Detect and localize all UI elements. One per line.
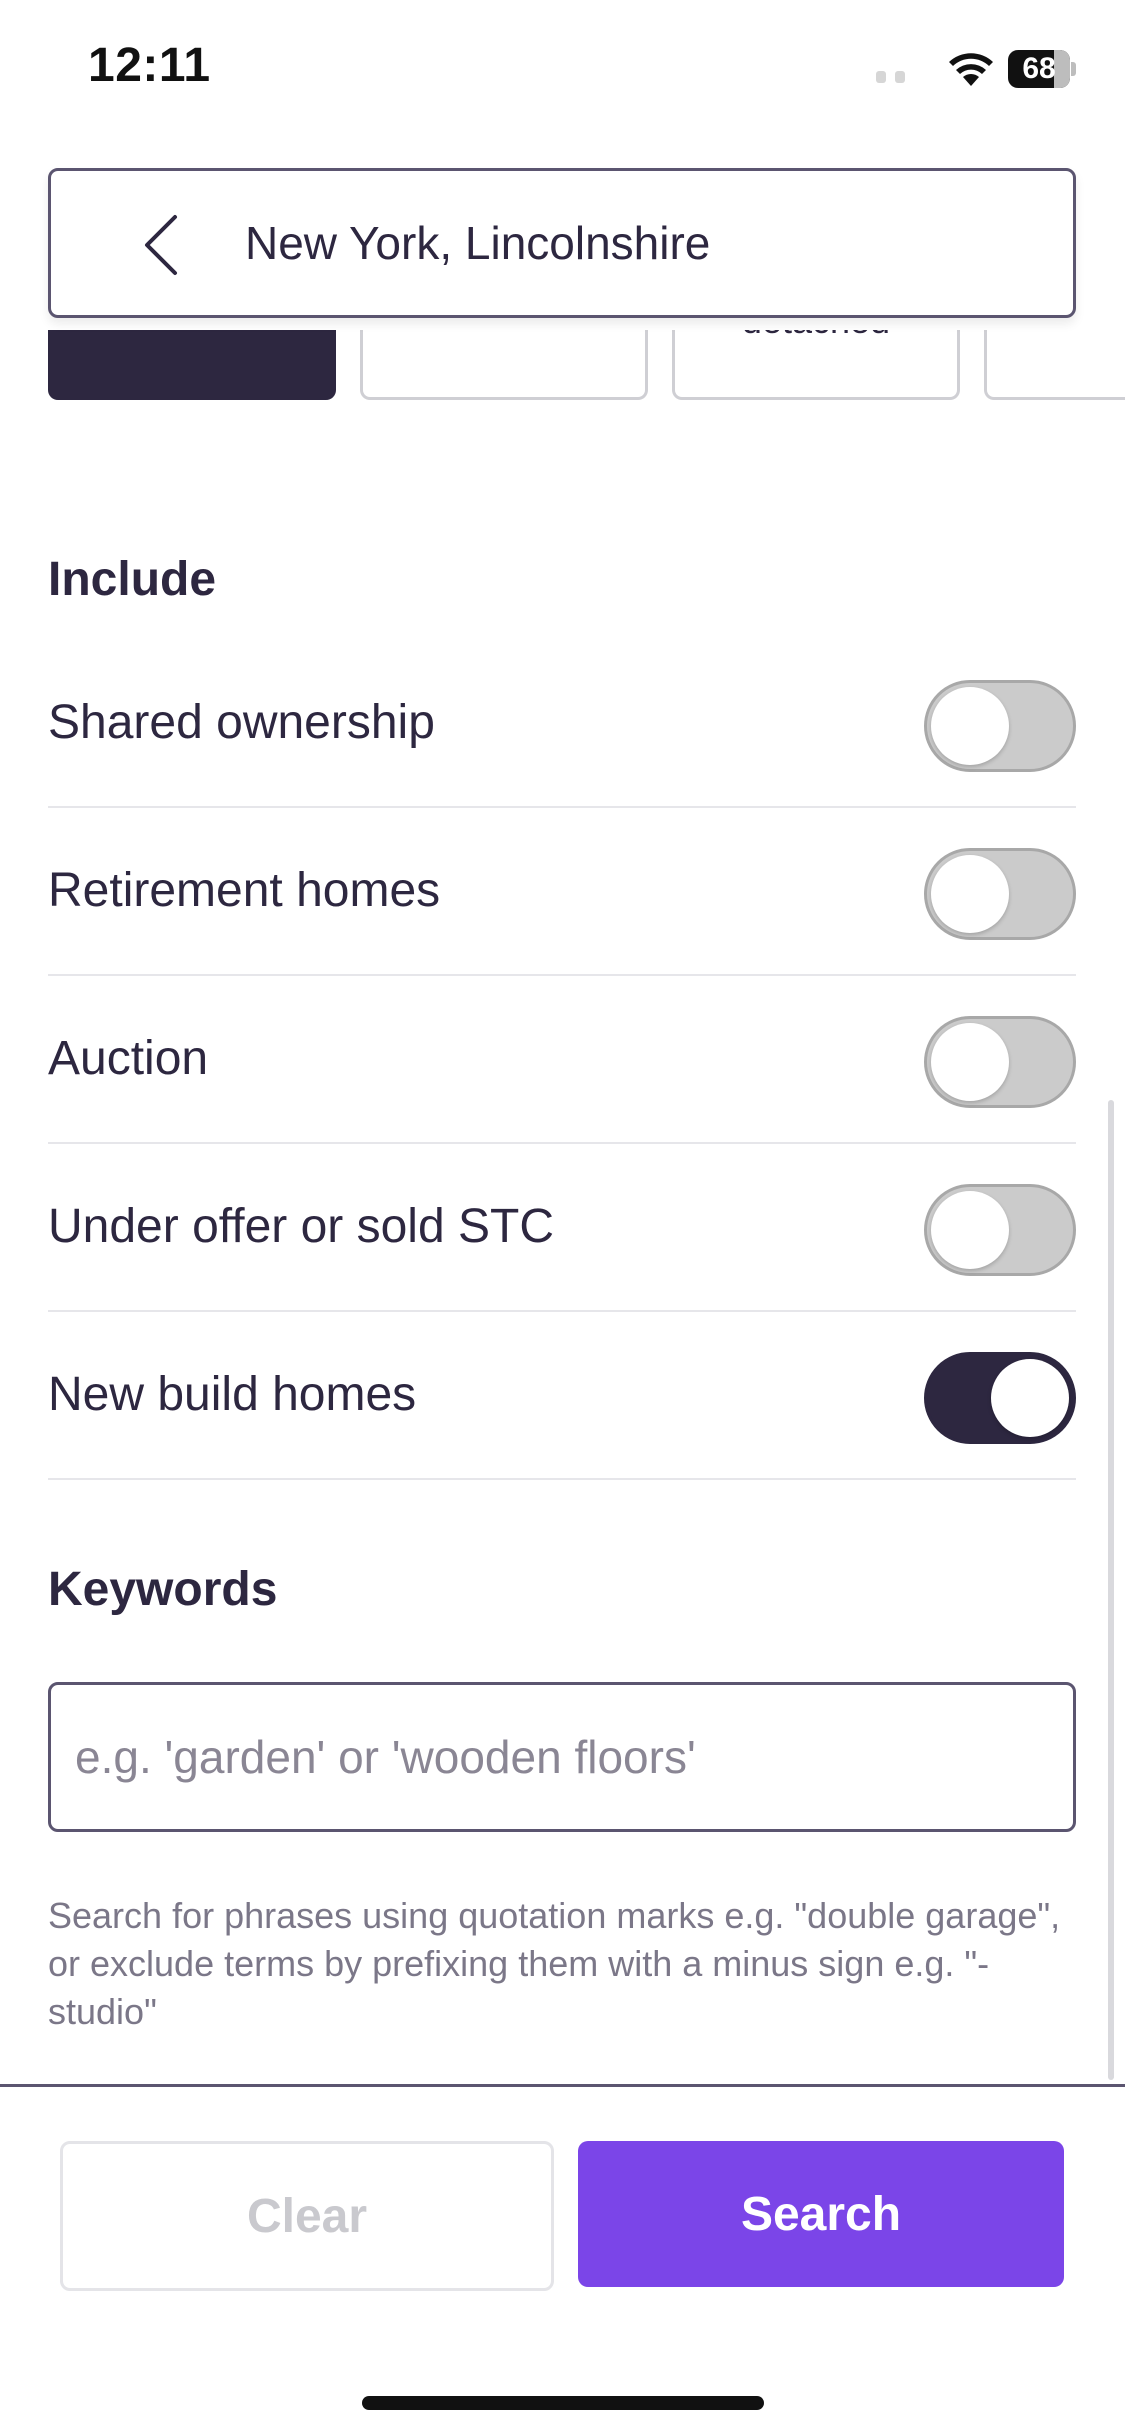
status-bar: 12:11 68 bbox=[0, 0, 1125, 140]
property-type-chip[interactable] bbox=[984, 330, 1125, 400]
chip-label: detached bbox=[675, 330, 957, 342]
keywords-input[interactable] bbox=[48, 1682, 1076, 1832]
chevron-left-icon bbox=[145, 215, 177, 275]
keywords-help-text: Search for phrases using quotation marks… bbox=[48, 1895, 1061, 2032]
clear-button[interactable]: Clear bbox=[60, 2141, 554, 2291]
toggle-row-shared-ownership: Shared ownership bbox=[48, 640, 1076, 808]
new-build-toggle[interactable] bbox=[924, 1352, 1076, 1444]
battery-level: 68 bbox=[1022, 52, 1056, 85]
keywords-title: Keywords bbox=[48, 1563, 278, 1616]
property-type-chip-selected[interactable] bbox=[48, 330, 336, 400]
status-time: 12:11 bbox=[88, 39, 211, 92]
search-button[interactable]: Search bbox=[578, 2141, 1064, 2287]
property-type-chip[interactable] bbox=[360, 330, 648, 400]
scrollbar[interactable] bbox=[1108, 1100, 1114, 2080]
toggle-label: Auction bbox=[48, 1032, 209, 1085]
include-title: Include bbox=[48, 553, 217, 606]
cellular-signal-icon bbox=[876, 70, 914, 88]
toggle-label: Under offer or sold STC bbox=[48, 1200, 554, 1253]
shared-ownership-toggle[interactable] bbox=[924, 680, 1076, 772]
battery-icon: 68 bbox=[1008, 50, 1076, 88]
location-search-bar[interactable]: New York, Lincolnshire bbox=[48, 168, 1076, 318]
wifi-icon bbox=[949, 53, 993, 86]
toggle-row-under-offer: Under offer or sold STC bbox=[48, 1144, 1076, 1312]
toggle-label: Retirement homes bbox=[48, 864, 441, 917]
retirement-homes-toggle[interactable] bbox=[924, 848, 1076, 940]
auction-toggle[interactable] bbox=[924, 1016, 1076, 1108]
toggle-row-new-build: New build homes bbox=[48, 1312, 1076, 1480]
under-offer-toggle[interactable] bbox=[924, 1184, 1076, 1276]
home-indicator[interactable] bbox=[362, 2396, 764, 2410]
toggle-row-retirement-homes: Retirement homes bbox=[48, 808, 1076, 976]
toggle-label: Shared ownership bbox=[48, 696, 435, 749]
bottom-action-bar: Clear Search bbox=[0, 2084, 1125, 2436]
location-text[interactable]: New York, Lincolnshire bbox=[245, 171, 710, 315]
toggle-row-auction: Auction bbox=[48, 976, 1076, 1144]
search-filters-screen: 12:11 68 detached New York, Lincolnshire… bbox=[0, 0, 1125, 2436]
back-button[interactable] bbox=[121, 205, 201, 285]
property-type-chip-detached[interactable]: detached bbox=[672, 330, 960, 400]
toggle-label: New build homes bbox=[48, 1368, 417, 1421]
